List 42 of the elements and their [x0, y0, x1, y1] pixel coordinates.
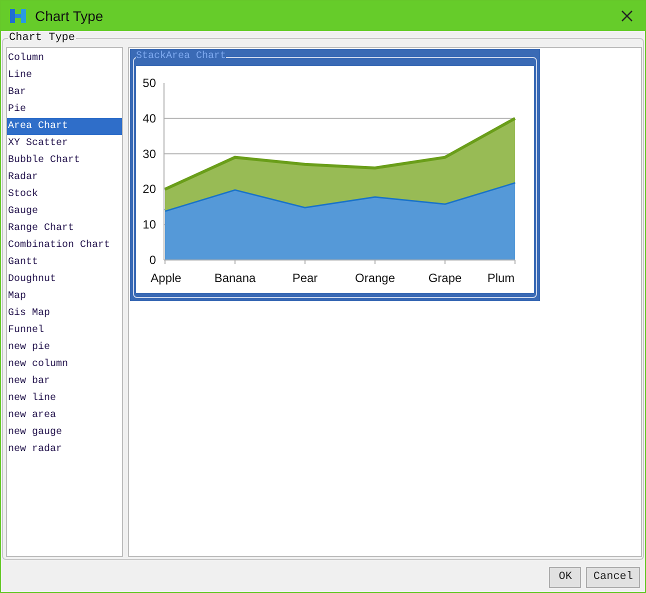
category-label: Banana — [214, 271, 256, 285]
list-item[interactable]: Pie — [7, 101, 122, 118]
list-item[interactable]: Gantt — [7, 254, 122, 271]
list-item[interactable]: Bar — [7, 84, 122, 101]
list-item[interactable]: Radar — [7, 169, 122, 186]
list-item[interactable]: Line — [7, 67, 122, 84]
list-item[interactable]: new column — [7, 356, 122, 373]
list-item[interactable]: new pie — [7, 339, 122, 356]
list-item[interactable]: Column — [7, 50, 122, 67]
list-item[interactable]: Map — [7, 288, 122, 305]
list-item[interactable]: new radar — [7, 441, 122, 458]
category-label: Orange — [354, 271, 396, 285]
list-item[interactable]: new gauge — [7, 424, 122, 441]
category-label: Plum — [487, 271, 515, 285]
dialog-button[interactable]: Cancel — [586, 567, 640, 588]
axis-tick-label: 0 — [149, 253, 156, 267]
list-item[interactable]: Range Chart — [7, 220, 122, 237]
axis-tick-label: 50 — [142, 76, 156, 90]
category-label: Pear — [292, 271, 318, 285]
list-item[interactable]: Gauge — [7, 203, 122, 220]
list-item[interactable]: Combination Chart — [7, 237, 122, 254]
list-item[interactable]: XY Scatter — [7, 135, 122, 152]
axis-tick-label: 20 — [142, 182, 156, 196]
app-logo-icon — [9, 7, 27, 25]
axis-tick-label: 10 — [142, 218, 156, 232]
list-item[interactable]: new line — [7, 390, 122, 407]
list-item[interactable]: new bar — [7, 373, 122, 390]
close-icon[interactable] — [621, 10, 633, 22]
axis-tick-label: 30 — [142, 146, 156, 161]
list-item[interactable]: Area Chart — [7, 118, 122, 135]
category-label: Grape — [428, 271, 462, 285]
list-item[interactable]: Stock — [7, 186, 122, 203]
window-title: Chart Type — [35, 6, 104, 26]
list-item[interactable]: Bubble Chart — [7, 152, 122, 169]
list-item[interactable]: Doughnut — [7, 271, 122, 288]
group-title: Chart Type — [8, 31, 76, 45]
axis-tick-label: 40 — [142, 111, 156, 126]
dialog-button[interactable]: OK — [549, 567, 582, 588]
list-item[interactable]: new area — [7, 407, 122, 424]
category-label: Apple — [150, 271, 182, 285]
list-item[interactable]: Gis Map — [7, 305, 122, 322]
list-item[interactable]: Funnel — [7, 322, 122, 339]
